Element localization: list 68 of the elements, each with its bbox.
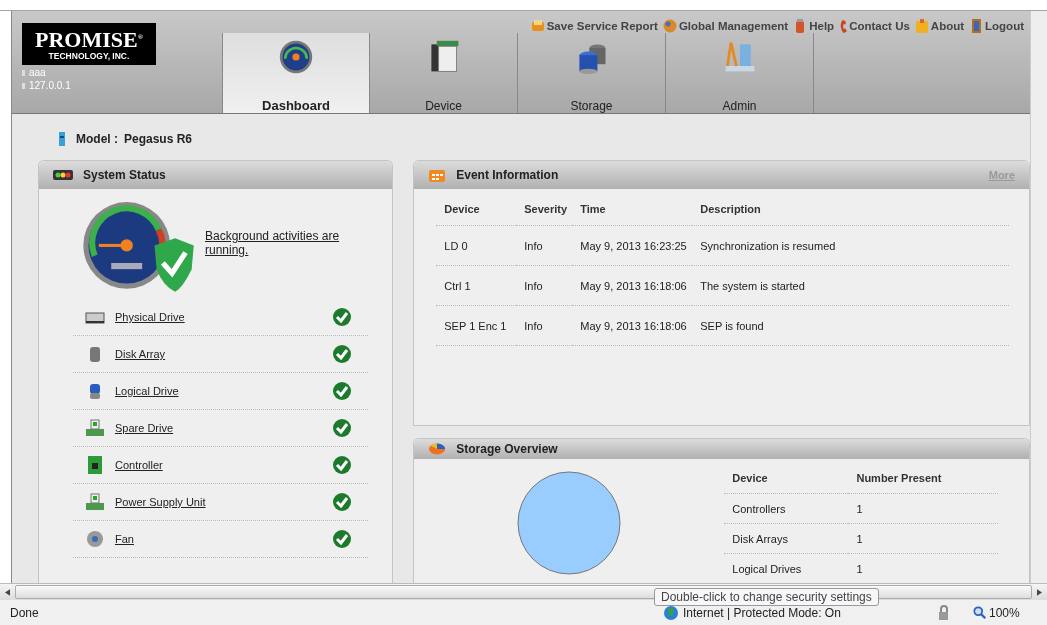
table-cell: Info xyxy=(516,265,573,306)
device-icon xyxy=(58,131,66,147)
column-header: Device xyxy=(724,463,849,494)
nav-tab[interactable]: Dashboard xyxy=(222,33,370,113)
gauge-icon xyxy=(278,39,314,75)
status-item-link[interactable]: Physical Drive xyxy=(115,311,323,323)
table-cell: Info xyxy=(516,225,573,266)
column-header: Number Present xyxy=(848,463,999,494)
zoom-level[interactable]: 100% xyxy=(989,605,1020,620)
drive-plus-icon xyxy=(85,492,105,512)
nav-tab[interactable]: Storage xyxy=(518,33,666,113)
zoom-icon xyxy=(973,605,987,620)
model-value: Pegasus R6 xyxy=(124,132,193,146)
background-activity-link[interactable]: Background activities are running. xyxy=(205,229,355,257)
panel-title: Storage Overview xyxy=(456,442,558,456)
header-link[interactable]: Contact Us xyxy=(838,19,910,33)
phone-icon xyxy=(838,18,849,34)
nav-tab[interactable]: Admin xyxy=(666,33,814,113)
circuit-board-icon xyxy=(85,455,105,475)
table-cell: Ctrl 1 xyxy=(436,265,517,306)
nav-tab[interactable]: Device xyxy=(370,33,518,113)
column-header: Time xyxy=(572,193,693,226)
security-zone-text[interactable]: Internet | Protected Mode: On xyxy=(683,605,841,620)
globe-icon xyxy=(661,18,678,34)
status-item-link[interactable]: Power Supply Unit xyxy=(115,496,323,508)
status-item-link[interactable]: Controller xyxy=(115,459,323,471)
panel-title: System Status xyxy=(83,168,166,182)
fan-icon xyxy=(85,529,105,549)
table-cell: The system is started xyxy=(692,265,1009,306)
table-cell: 1 xyxy=(848,523,999,554)
table-cell: LD 0 xyxy=(436,225,517,266)
header-link[interactable]: Save Service Report xyxy=(529,19,658,33)
calendar-icon xyxy=(428,167,447,183)
column-header: Severity xyxy=(516,193,573,226)
table-cell: Disk Arrays xyxy=(724,523,849,554)
box-icon xyxy=(529,18,546,34)
table-cell: SEP is found xyxy=(692,305,1009,346)
table-cell: Info xyxy=(516,305,573,346)
drive-plus-icon xyxy=(85,418,105,438)
scroll-right-icon[interactable] xyxy=(1037,588,1042,596)
header-link[interactable]: Global Management xyxy=(661,19,789,33)
host-address: 127.0.0.1 xyxy=(29,80,71,92)
status-item-link[interactable]: Spare Drive xyxy=(115,422,323,434)
table-cell: SEP 1 Enc 1 xyxy=(436,305,517,346)
status-text: Done xyxy=(10,605,40,620)
status-item-link[interactable]: Logical Drive xyxy=(115,385,323,397)
tooltip: Double-click to change security settings xyxy=(654,588,879,606)
table-cell: 1 xyxy=(848,493,999,524)
status-item-link[interactable]: Fan xyxy=(115,533,323,545)
traffic-light-icon xyxy=(53,170,73,180)
table-cell: Synchronization is resumed xyxy=(692,225,1009,266)
model-label: Model : xyxy=(76,132,118,146)
table-cell: May 9, 2013 16:18:06 xyxy=(572,265,693,306)
globe-icon xyxy=(663,604,679,621)
scroll-left-icon[interactable] xyxy=(5,588,10,596)
header-link[interactable]: Logout xyxy=(968,19,1024,33)
table-cell: May 9, 2013 16:18:06 xyxy=(572,305,693,346)
table-cell: Controllers xyxy=(724,493,849,524)
user-name: aaa xyxy=(29,67,46,79)
pie-chart-icon xyxy=(428,441,447,457)
header-link[interactable]: Help xyxy=(792,19,835,33)
panel-title: Event Information xyxy=(456,168,559,182)
column-header: Device xyxy=(436,193,517,226)
column-header: Description xyxy=(692,193,1009,226)
company-logo: PROMISE$^{®}$ TECHNOLOGY, INC. xyxy=(22,23,156,66)
header-link[interactable]: About xyxy=(913,19,965,33)
status-item-link[interactable]: Disk Array xyxy=(115,348,323,360)
table-cell: May 9, 2013 16:23:25 xyxy=(572,225,693,266)
